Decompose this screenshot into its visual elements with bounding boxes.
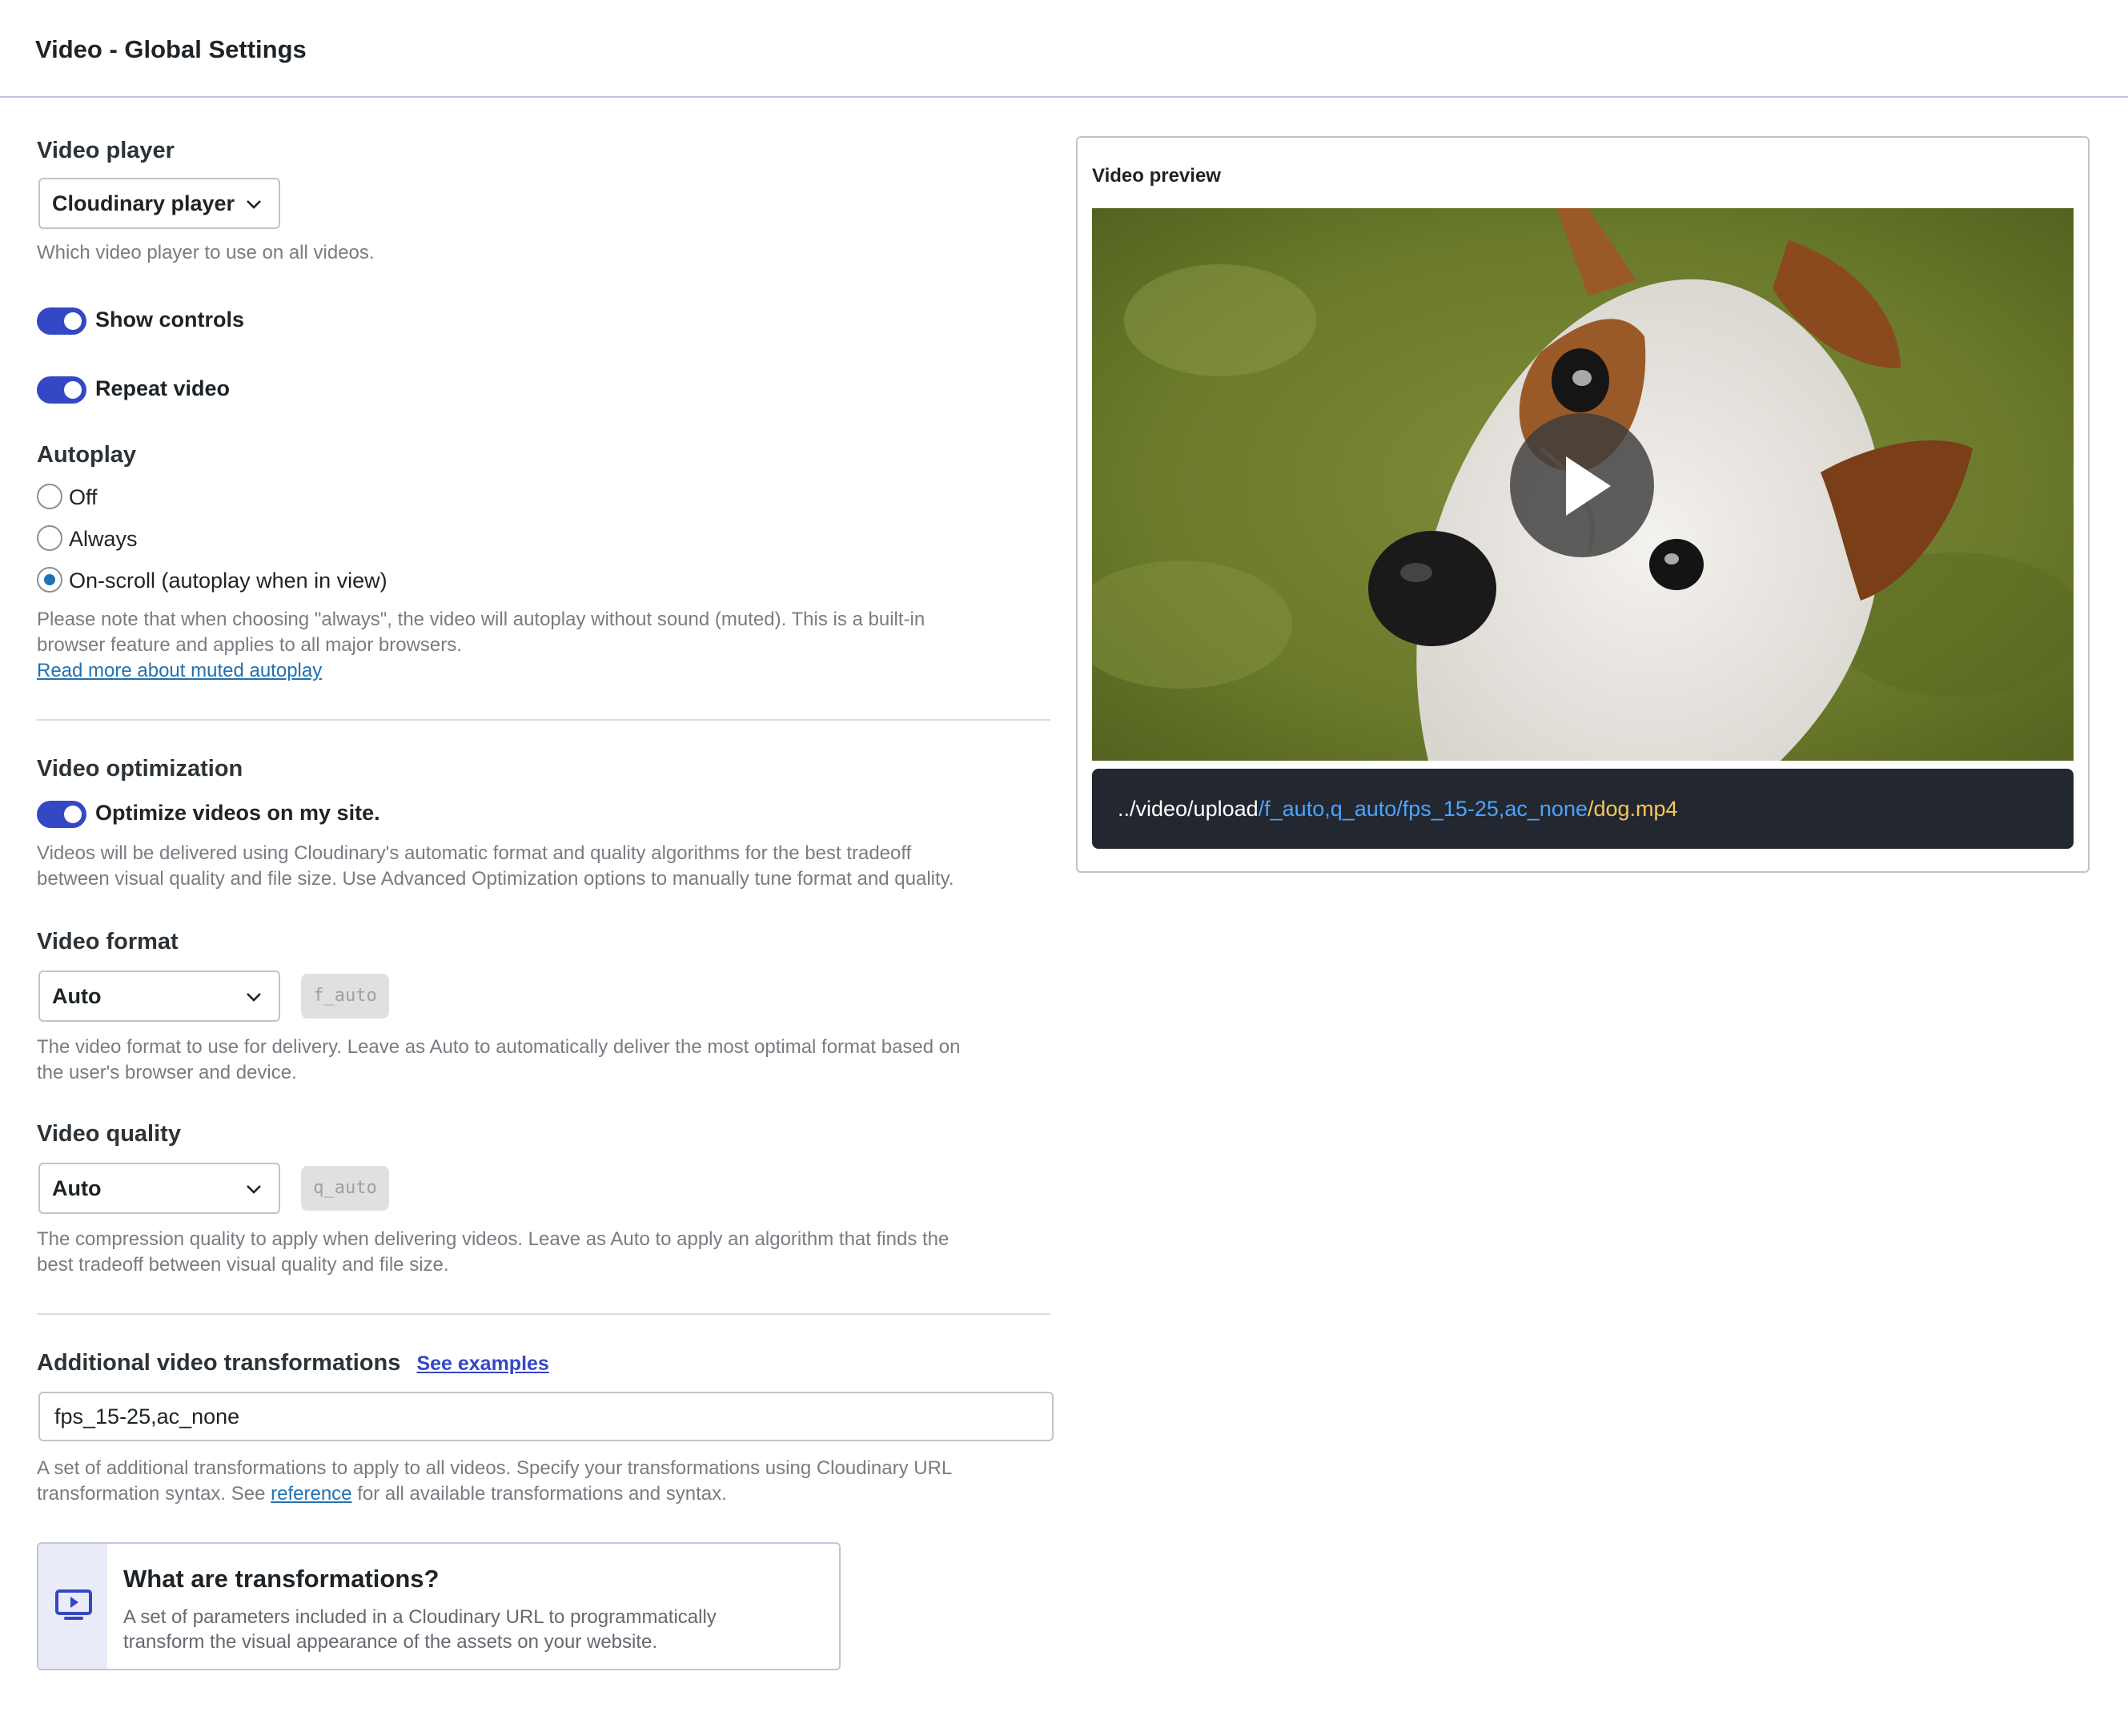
transformation-url-bar: ../video/upload/f_auto,q_auto/fps_15-25,… (1092, 769, 2074, 849)
video-quality-help: The compression quality to apply when de… (37, 1227, 1046, 1278)
video-format-help-line2: the user's browser and device. (37, 1062, 297, 1083)
info-text: A set of parameters included in a Cloudi… (123, 1605, 820, 1654)
video-player-help: Which video player to use on all videos. (37, 242, 375, 263)
video-preview-title: Video preview (1092, 165, 1221, 187)
autoplay-off-label: Off (69, 485, 98, 509)
autoplay-option-on-scroll[interactable]: On-scroll (autoplay when in view) (37, 565, 517, 594)
video-quality-help-line1: The compression quality to apply when de… (37, 1228, 950, 1250)
divider (37, 1313, 1050, 1315)
repeat-video-toggle[interactable] (37, 376, 86, 404)
format-code-chip: f_auto (301, 974, 389, 1019)
video-preview-panel: Video preview ../video/upload/f_auto,q_a… (1076, 136, 2090, 873)
autoplay-always-radio[interactable] (37, 525, 62, 551)
page-title: Video - Global Settings (35, 35, 307, 63)
additional-transformations-title: Additional video transformations See exa… (37, 1350, 549, 1376)
settings-page: Video - Global Settings Video player Clo… (0, 0, 2128, 1736)
autoplay-title: Autoplay (37, 442, 137, 468)
info-title: What are transformations? (123, 1565, 440, 1593)
video-format-help-line1: The video format to use for delivery. Le… (37, 1036, 961, 1058)
quality-code-chip: q_auto (301, 1166, 389, 1211)
video-player-title: Video player (37, 138, 175, 163)
additional-transformations-help: A set of additional transformations to a… (37, 1456, 1046, 1507)
video-optimization-title: Video optimization (37, 756, 243, 782)
play-icon (1566, 456, 1611, 516)
transformations-info-box: What are transformations? A set of param… (37, 1542, 841, 1670)
video-format-select[interactable]: Auto (38, 970, 280, 1022)
video-optimization-help-line2: between visual quality and file size. Us… (37, 868, 954, 890)
repeat-video-row: Repeat video (37, 373, 357, 405)
autoplay-option-always[interactable]: Always (37, 524, 357, 553)
additional-transformations-label: Additional video transformations (37, 1350, 401, 1376)
video-player[interactable] (1092, 208, 2074, 761)
show-controls-row: Show controls (37, 304, 357, 336)
video-screen-icon (55, 1589, 92, 1620)
see-examples-link[interactable]: See examples (416, 1352, 548, 1375)
optimize-videos-toggle[interactable] (37, 801, 86, 828)
video-quality-select-value: Auto (52, 1176, 102, 1200)
url-filename: /dog.mp4 (1587, 797, 1678, 821)
play-button[interactable] (1510, 413, 1654, 557)
video-format-title: Video format (37, 929, 179, 954)
additional-transformations-input[interactable]: fps_15-25,ac_none (38, 1392, 1054, 1441)
autoplay-on-scroll-label: On-scroll (autoplay when in view) (69, 569, 387, 593)
muted-autoplay-link[interactable]: Read more about muted autoplay (37, 660, 322, 681)
video-optimization-help-line1: Videos will be delivered using Cloudinar… (37, 842, 912, 864)
autoplay-note-line2: browser feature and applies to all major… (37, 634, 462, 656)
divider (37, 719, 1050, 721)
autoplay-option-off[interactable]: Off (37, 482, 357, 511)
video-format-help: The video format to use for delivery. Le… (37, 1035, 1046, 1086)
video-player-select[interactable]: Cloudinary player (38, 178, 280, 229)
page-header: Video - Global Settings (0, 0, 2128, 98)
chevron-down-icon (247, 1185, 261, 1194)
video-quality-title: Video quality (37, 1121, 181, 1147)
show-controls-toggle[interactable] (37, 307, 86, 335)
optimize-videos-label: Optimize videos on my site. (95, 801, 380, 825)
autoplay-off-radio[interactable] (37, 484, 62, 509)
info-icon-column (38, 1544, 107, 1669)
additional-help-line2: transformation syntax. See reference for… (37, 1481, 1046, 1507)
autoplay-always-label: Always (69, 527, 138, 551)
additional-help-text-end: for all available transformations and sy… (351, 1483, 727, 1505)
video-format-select-value: Auto (52, 984, 102, 1008)
video-quality-help-line2: best tradeoff between visual quality and… (37, 1254, 449, 1276)
autoplay-on-scroll-radio[interactable] (37, 567, 62, 593)
info-line1: A set of parameters included in a Cloudi… (123, 1606, 717, 1628)
additional-help-line1: A set of additional transformations to a… (37, 1457, 953, 1479)
chevron-down-icon (247, 200, 261, 209)
url-base: ../video/upload (1118, 797, 1259, 821)
url-transformations: /f_auto,q_auto/fps_15-25,ac_none (1258, 797, 1588, 821)
autoplay-note: Please note that when choosing "always",… (37, 607, 1046, 684)
video-optimization-help: Videos will be delivered using Cloudinar… (37, 841, 1046, 892)
autoplay-note-line1: Please note that when choosing "always",… (37, 609, 925, 630)
additional-help-text: transformation syntax. See (37, 1483, 271, 1505)
repeat-video-label: Repeat video (95, 376, 231, 400)
reference-link[interactable]: reference (271, 1483, 351, 1505)
info-line2: transform the visual appearance of the a… (123, 1631, 658, 1653)
chevron-down-icon (247, 993, 261, 1002)
video-player-select-value: Cloudinary player (52, 191, 235, 215)
video-quality-select[interactable]: Auto (38, 1163, 280, 1214)
optimize-videos-row: Optimize videos on my site. (37, 798, 517, 830)
show-controls-label: Show controls (95, 307, 245, 332)
